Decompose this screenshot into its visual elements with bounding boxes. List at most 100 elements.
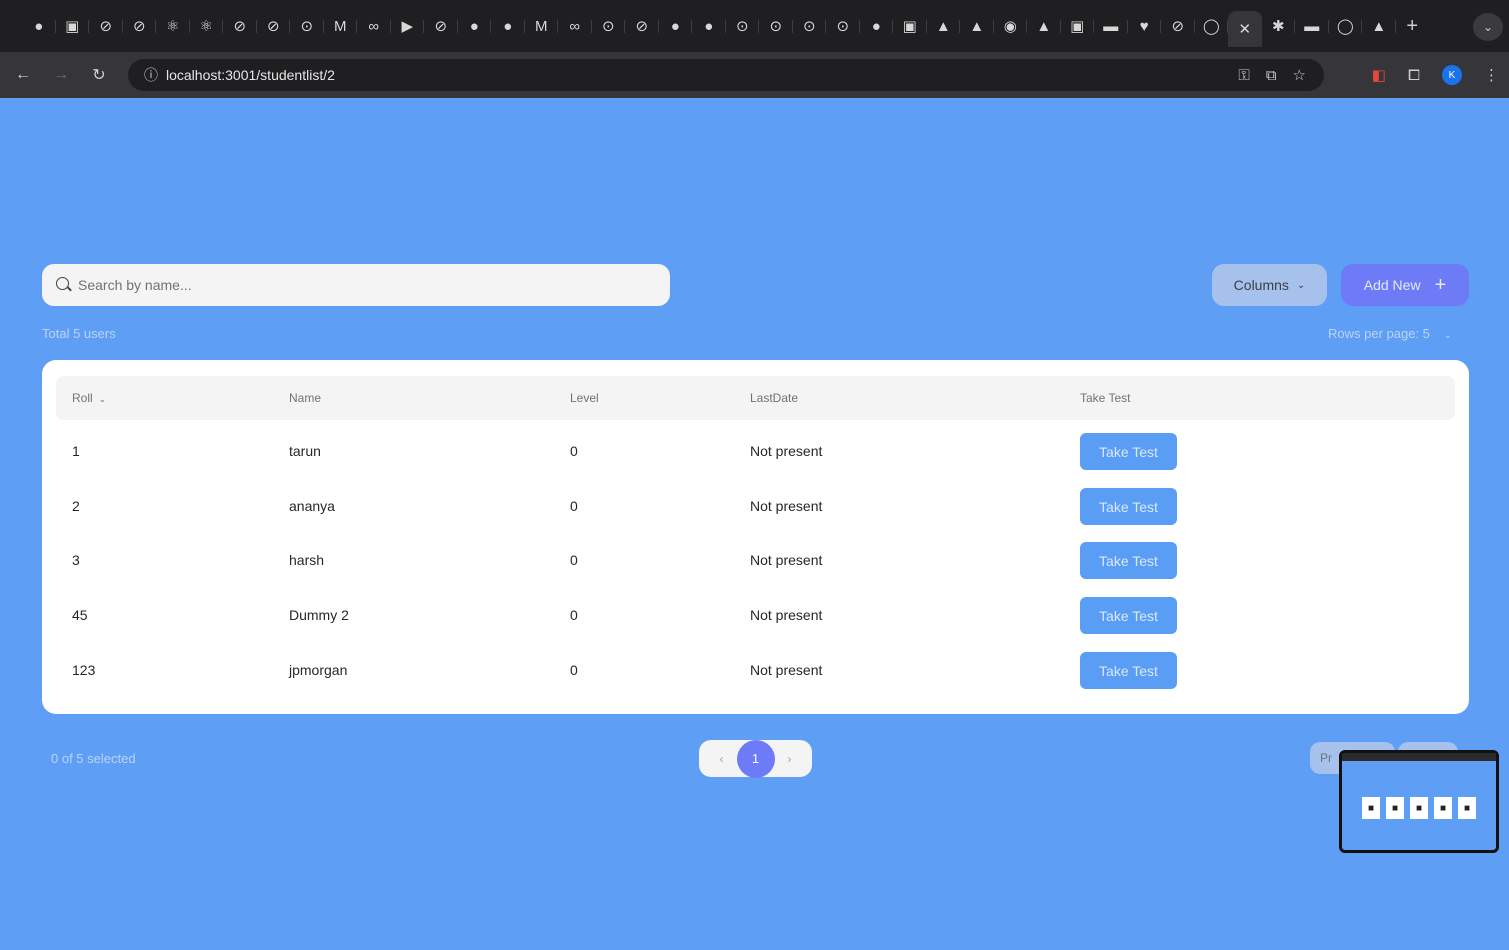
thumbnail-toolbar — [1342, 753, 1496, 761]
rows-per-page-select[interactable]: Rows per page: 5 ⌄ — [1328, 326, 1452, 341]
url-text[interactable]: localhost:3001/studentlist/2 — [166, 67, 335, 83]
take-test-button[interactable]: Take Test — [1080, 488, 1177, 525]
search-input[interactable] — [78, 277, 638, 293]
columns-label: Columns — [1233, 277, 1289, 293]
column-header-lastdate: LastDate — [750, 391, 799, 405]
cell-name: harsh — [289, 552, 325, 568]
site-info-icon[interactable]: ⓘ — [138, 65, 164, 85]
browser-menu-icon[interactable]: ⋮ — [1484, 66, 1499, 84]
column-header-roll-label: Roll — [72, 391, 93, 405]
take-test-button[interactable]: Take Test — [1080, 433, 1177, 470]
search-bar[interactable] — [42, 264, 670, 306]
tab-favicon-icon[interactable]: ▲ — [960, 11, 994, 41]
search-icon — [54, 276, 72, 294]
back-arrow-icon[interactable]: ← — [4, 59, 42, 91]
extension-icon[interactable]: ◧ — [1372, 66, 1386, 84]
tab-favicon-icon[interactable]: ✱ — [1262, 11, 1296, 41]
columns-button[interactable]: Columns ⌄ — [1212, 264, 1327, 306]
tab-favicon-icon[interactable]: ● — [659, 11, 693, 41]
add-new-button[interactable]: Add New + — [1341, 264, 1469, 306]
chevron-left-icon[interactable]: ‹ — [707, 752, 737, 766]
tab-favicon-icon[interactable]: M — [324, 11, 358, 41]
tab-favicon-icon[interactable]: ▬ — [1094, 11, 1128, 41]
cell-lastdate: Not present — [750, 443, 823, 459]
share-icon[interactable]: ⧉ — [1266, 67, 1277, 84]
tab-favicon-icon[interactable]: ⚛ — [190, 11, 224, 41]
table-row[interactable]: 45 Dummy 2 0 Not present Take Test — [56, 588, 1455, 642]
tab-favicon-icon[interactable]: ⊘ — [223, 11, 257, 41]
tab-favicon-icon[interactable]: ◯ — [1329, 11, 1363, 41]
page-button-current[interactable]: 1 — [736, 739, 775, 778]
plus-icon: + — [1434, 274, 1447, 296]
table-row[interactable]: 123 jpmorgan 0 Not present Take Test — [56, 643, 1455, 697]
tab-favicon-icon[interactable]: ● — [22, 11, 56, 41]
tab-favicon-icon[interactable]: ⊘ — [1161, 11, 1195, 41]
tab-favicon-icon[interactable]: ⊘ — [625, 11, 659, 41]
tab-favicon-icon[interactable]: ▬ — [1295, 11, 1329, 41]
column-header-roll[interactable]: Roll ⌄ — [72, 376, 106, 420]
tab-favicon-icon[interactable]: ▲ — [927, 11, 961, 41]
thumbnail-item: ■ — [1458, 797, 1476, 819]
column-header-name: Name — [289, 391, 322, 405]
profile-avatar[interactable]: K — [1442, 65, 1462, 85]
tab-favicon-icon[interactable]: ▣ — [1061, 11, 1095, 41]
screenshot-thumbnail[interactable]: ■ ■ ■ ■ ■ — [1339, 750, 1499, 853]
cell-lastdate: Not present — [750, 498, 823, 514]
take-test-button[interactable]: Take Test — [1080, 542, 1177, 579]
tab-favicon-icon[interactable]: ⊘ — [257, 11, 291, 41]
tab-favicon-icon[interactable]: ⊘ — [123, 11, 157, 41]
tab-favicon-icon[interactable]: ▣ — [56, 11, 90, 41]
tab-favicon-icon[interactable]: ⊙ — [759, 11, 793, 41]
new-tab-icon[interactable]: + — [1396, 11, 1430, 41]
total-users-count: Total 5 users — [42, 326, 116, 341]
table-row[interactable]: 3 harsh 0 Not present Take Test — [56, 533, 1455, 587]
tab-favicon-icon[interactable]: ◉ — [994, 11, 1028, 41]
table-row[interactable]: 1 tarun 0 Not present Take Test — [56, 424, 1455, 478]
cell-lastdate: Not present — [750, 662, 823, 678]
close-tab-icon[interactable]: ✕ — [1228, 11, 1262, 47]
thumbnail-item: ■ — [1410, 797, 1428, 819]
password-key-icon[interactable]: ⚿ — [1238, 67, 1249, 84]
tab-favicon-icon[interactable]: ● — [692, 11, 726, 41]
thumbnail-item: ■ — [1434, 797, 1452, 819]
address-bar[interactable]: ⓘ localhost:3001/studentlist/2 ⚿ ⧉ ☆ — [128, 59, 1324, 91]
tab-favicon-icon[interactable]: ● — [491, 11, 525, 41]
tab-favicon-icon[interactable]: ⊙ — [826, 11, 860, 41]
thumbnail-item: ■ — [1362, 797, 1380, 819]
tab-favicon-icon[interactable]: ⚛ — [156, 11, 190, 41]
chevron-right-icon[interactable]: › — [775, 752, 805, 766]
tab-favicon-icon[interactable]: ⊙ — [592, 11, 626, 41]
take-test-button[interactable]: Take Test — [1080, 597, 1177, 634]
chevron-down-icon: ⌄ — [1443, 330, 1452, 341]
tab-favicon-icon[interactable]: ∞ — [558, 11, 592, 41]
tab-favicon-icon[interactable]: ▲ — [1362, 11, 1396, 41]
cell-name: tarun — [289, 443, 321, 459]
tab-favicon-icon[interactable]: M — [525, 11, 559, 41]
browser-tab-strip: ● ▣ ⊘ ⊘ ⚛ ⚛ ⊘ ⊘ ⊙ M ∞ ▶ ⊘ ● ● M ∞ ⊙ ⊘ ● ● ⊙ ⊙ ⊙ ⊙ ● ▣ ▲ ▲ ◉ ▲ ▣ ▬ ♥ ⊘ ◯ ✕ ✱ ▬ ◯… — [0, 0, 1509, 52]
tab-favicon-icon[interactable]: ▲ — [1027, 11, 1061, 41]
reload-icon[interactable]: ↻ — [80, 59, 118, 91]
extensions-puzzle-icon[interactable]: ⧠ — [1408, 67, 1420, 84]
tab-favicon-icon[interactable]: ◯ — [1195, 11, 1229, 41]
cell-level: 0 — [570, 662, 578, 678]
tab-favicon-icon[interactable]: ♥ — [1128, 11, 1162, 41]
forward-arrow-icon[interactable]: → — [42, 59, 80, 91]
tab-list: ● ▣ ⊘ ⊘ ⚛ ⚛ ⊘ ⊘ ⊙ M ∞ ▶ ⊘ ● ● M ∞ ⊙ ⊘ ● ● ⊙ ⊙ ⊙ ⊙ ● ▣ ▲ ▲ ◉ ▲ ▣ ▬ ♥ ⊘ ◯ ✕ ✱ ▬ ◯… — [22, 5, 1429, 47]
cell-roll: 3 — [72, 552, 80, 568]
tab-favicon-icon[interactable]: ▣ — [893, 11, 927, 41]
tab-favicon-icon[interactable]: ⊙ — [290, 11, 324, 41]
tab-favicon-icon[interactable]: ▶ — [391, 11, 425, 41]
table-row[interactable]: 2 ananya 0 Not present Take Test — [56, 479, 1455, 533]
tab-favicon-icon[interactable]: ● — [458, 11, 492, 41]
take-test-button[interactable]: Take Test — [1080, 652, 1177, 689]
tab-search-icon[interactable]: ⌄ — [1473, 13, 1503, 41]
tab-favicon-icon[interactable]: ⊘ — [424, 11, 458, 41]
tab-favicon-icon[interactable]: ∞ — [357, 11, 391, 41]
tab-favicon-icon[interactable]: ⊘ — [89, 11, 123, 41]
tab-favicon-icon[interactable]: ⊙ — [726, 11, 760, 41]
tab-favicon-icon[interactable]: ⊙ — [793, 11, 827, 41]
bookmark-star-icon[interactable]: ☆ — [1293, 66, 1306, 84]
column-header-take-test: Take Test — [1080, 391, 1131, 405]
tab-favicon-icon[interactable]: ● — [860, 11, 894, 41]
cell-roll: 123 — [72, 662, 96, 678]
